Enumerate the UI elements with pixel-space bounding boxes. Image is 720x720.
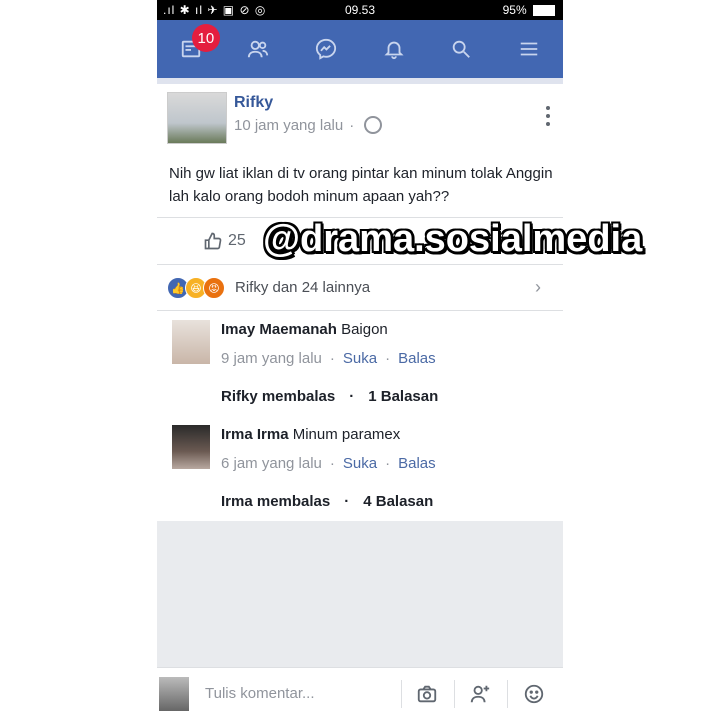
meta-separator: · <box>349 116 355 134</box>
user-avatar <box>159 677 189 711</box>
tag-friend-icon[interactable] <box>469 683 491 705</box>
notifications-icon <box>384 41 404 60</box>
camera-icon[interactable] <box>416 683 438 705</box>
comment-composer: Tulis komentar... <box>157 667 563 720</box>
commenter-name[interactable]: Imay Maemanah <box>221 321 337 338</box>
like-comment-link[interactable]: Suka <box>343 455 377 472</box>
comment-meta: 9 jam yang lalu · Suka · Balas <box>221 350 436 367</box>
post-author[interactable]: Rifky <box>234 94 273 112</box>
messenger-icon <box>316 38 337 60</box>
replies-link[interactable]: Rifky membalas · 1 Balasan <box>221 388 438 405</box>
news-feed-tab[interactable]: 10 <box>174 24 220 66</box>
divider <box>507 680 508 708</box>
notifications-tab[interactable] <box>377 32 411 66</box>
reply-count: 1 Balasan <box>368 388 439 405</box>
battery-status: 95% <box>503 3 555 17</box>
reply-count: 4 Balasan <box>363 493 434 510</box>
divider <box>157 264 563 265</box>
commenter-name[interactable]: Irma Irma <box>221 426 289 443</box>
replied-by: Rifky membalas <box>221 388 336 405</box>
battery-percent: 95% <box>502 3 527 17</box>
reply-dot: · <box>344 493 350 510</box>
friends-tab[interactable] <box>241 32 275 66</box>
divider <box>157 310 563 311</box>
comment-item: Irma Irma Minum paramex 6 jam yang lalu … <box>157 423 563 519</box>
commenter-avatar[interactable] <box>172 320 210 364</box>
reply-comment-link[interactable]: Balas <box>398 455 436 472</box>
meta-separator: · <box>385 455 391 472</box>
emoji-icon[interactable] <box>523 683 545 705</box>
meta-separator: · <box>329 455 335 472</box>
top-navigation-bar: 10 <box>157 20 563 78</box>
reply-dot: · <box>349 388 355 405</box>
angry-reaction-icon: 😡 <box>203 277 225 299</box>
reaction-icons: 👍 😆 😡 <box>167 277 225 299</box>
chevron-right-icon[interactable]: › <box>535 277 541 298</box>
comment-text: Minum paramex <box>292 426 401 443</box>
messenger-tab[interactable] <box>309 32 343 66</box>
comment-time: 6 jam yang lalu <box>221 455 322 472</box>
friends-icon <box>248 40 269 58</box>
meta-separator: · <box>329 350 335 367</box>
notification-badge: 10 <box>191 24 220 52</box>
status-bar: .ıl ✱ ıl ✈ ▣ ⊘ ◎ 09.53 95% <box>157 0 563 20</box>
reply-comment-link[interactable]: Balas <box>398 350 436 367</box>
replied-by: Irma membalas <box>221 493 331 510</box>
reactions-text: Rifky dan 24 lainnya <box>235 279 371 296</box>
comment-text: Baigon <box>341 321 388 338</box>
search-tab[interactable] <box>444 32 478 66</box>
more-dot-icon <box>546 106 550 110</box>
like-count: 25 <box>228 232 246 249</box>
divider <box>454 680 455 708</box>
empty-feed-area <box>157 521 563 667</box>
more-options-button[interactable] <box>545 106 551 126</box>
comment-time: 9 jam yang lalu <box>221 350 322 367</box>
thumbs-up-icon <box>204 232 222 250</box>
search-icon <box>453 40 471 58</box>
comment-item: Imay Maemanah Baigon 9 jam yang lalu · S… <box>157 318 563 418</box>
post-text: Nih gw liat iklan di tv orang pintar kan… <box>169 165 553 205</box>
comment-body: Imay Maemanah Baigon <box>221 321 388 338</box>
post-time[interactable]: 10 jam yang lalu <box>234 117 343 134</box>
menu-icon <box>520 42 538 56</box>
commenter-avatar[interactable] <box>172 425 210 469</box>
comment-meta: 6 jam yang lalu · Suka · Balas <box>221 455 436 472</box>
author-avatar[interactable] <box>167 92 227 144</box>
comment-input[interactable]: Tulis komentar... <box>205 685 314 702</box>
watermark-text: @drama.sosialmedia <box>263 218 643 260</box>
phone-screen: .ıl ✱ ıl ✈ ▣ ⊘ ◎ 09.53 95% 10 Rifky 10 j… <box>157 0 563 720</box>
post-header: Rifky 10 jam yang lalu · <box>157 84 563 150</box>
post-meta: 10 jam yang lalu · <box>234 116 383 134</box>
replies-link[interactable]: Irma membalas · 4 Balasan <box>221 493 433 510</box>
like-button[interactable]: 25 <box>203 231 246 251</box>
more-dot-icon <box>546 122 550 126</box>
reactions-summary[interactable]: 👍 😆 😡 Rifky dan 24 lainnya › <box>157 270 563 306</box>
battery-icon <box>533 5 555 17</box>
meta-separator: · <box>385 350 391 367</box>
more-dot-icon <box>546 114 550 118</box>
divider <box>401 680 402 708</box>
menu-tab[interactable] <box>512 32 546 66</box>
like-comment-link[interactable]: Suka <box>343 350 377 367</box>
globe-icon <box>364 116 383 134</box>
comment-body: Irma Irma Minum paramex <box>221 426 400 443</box>
